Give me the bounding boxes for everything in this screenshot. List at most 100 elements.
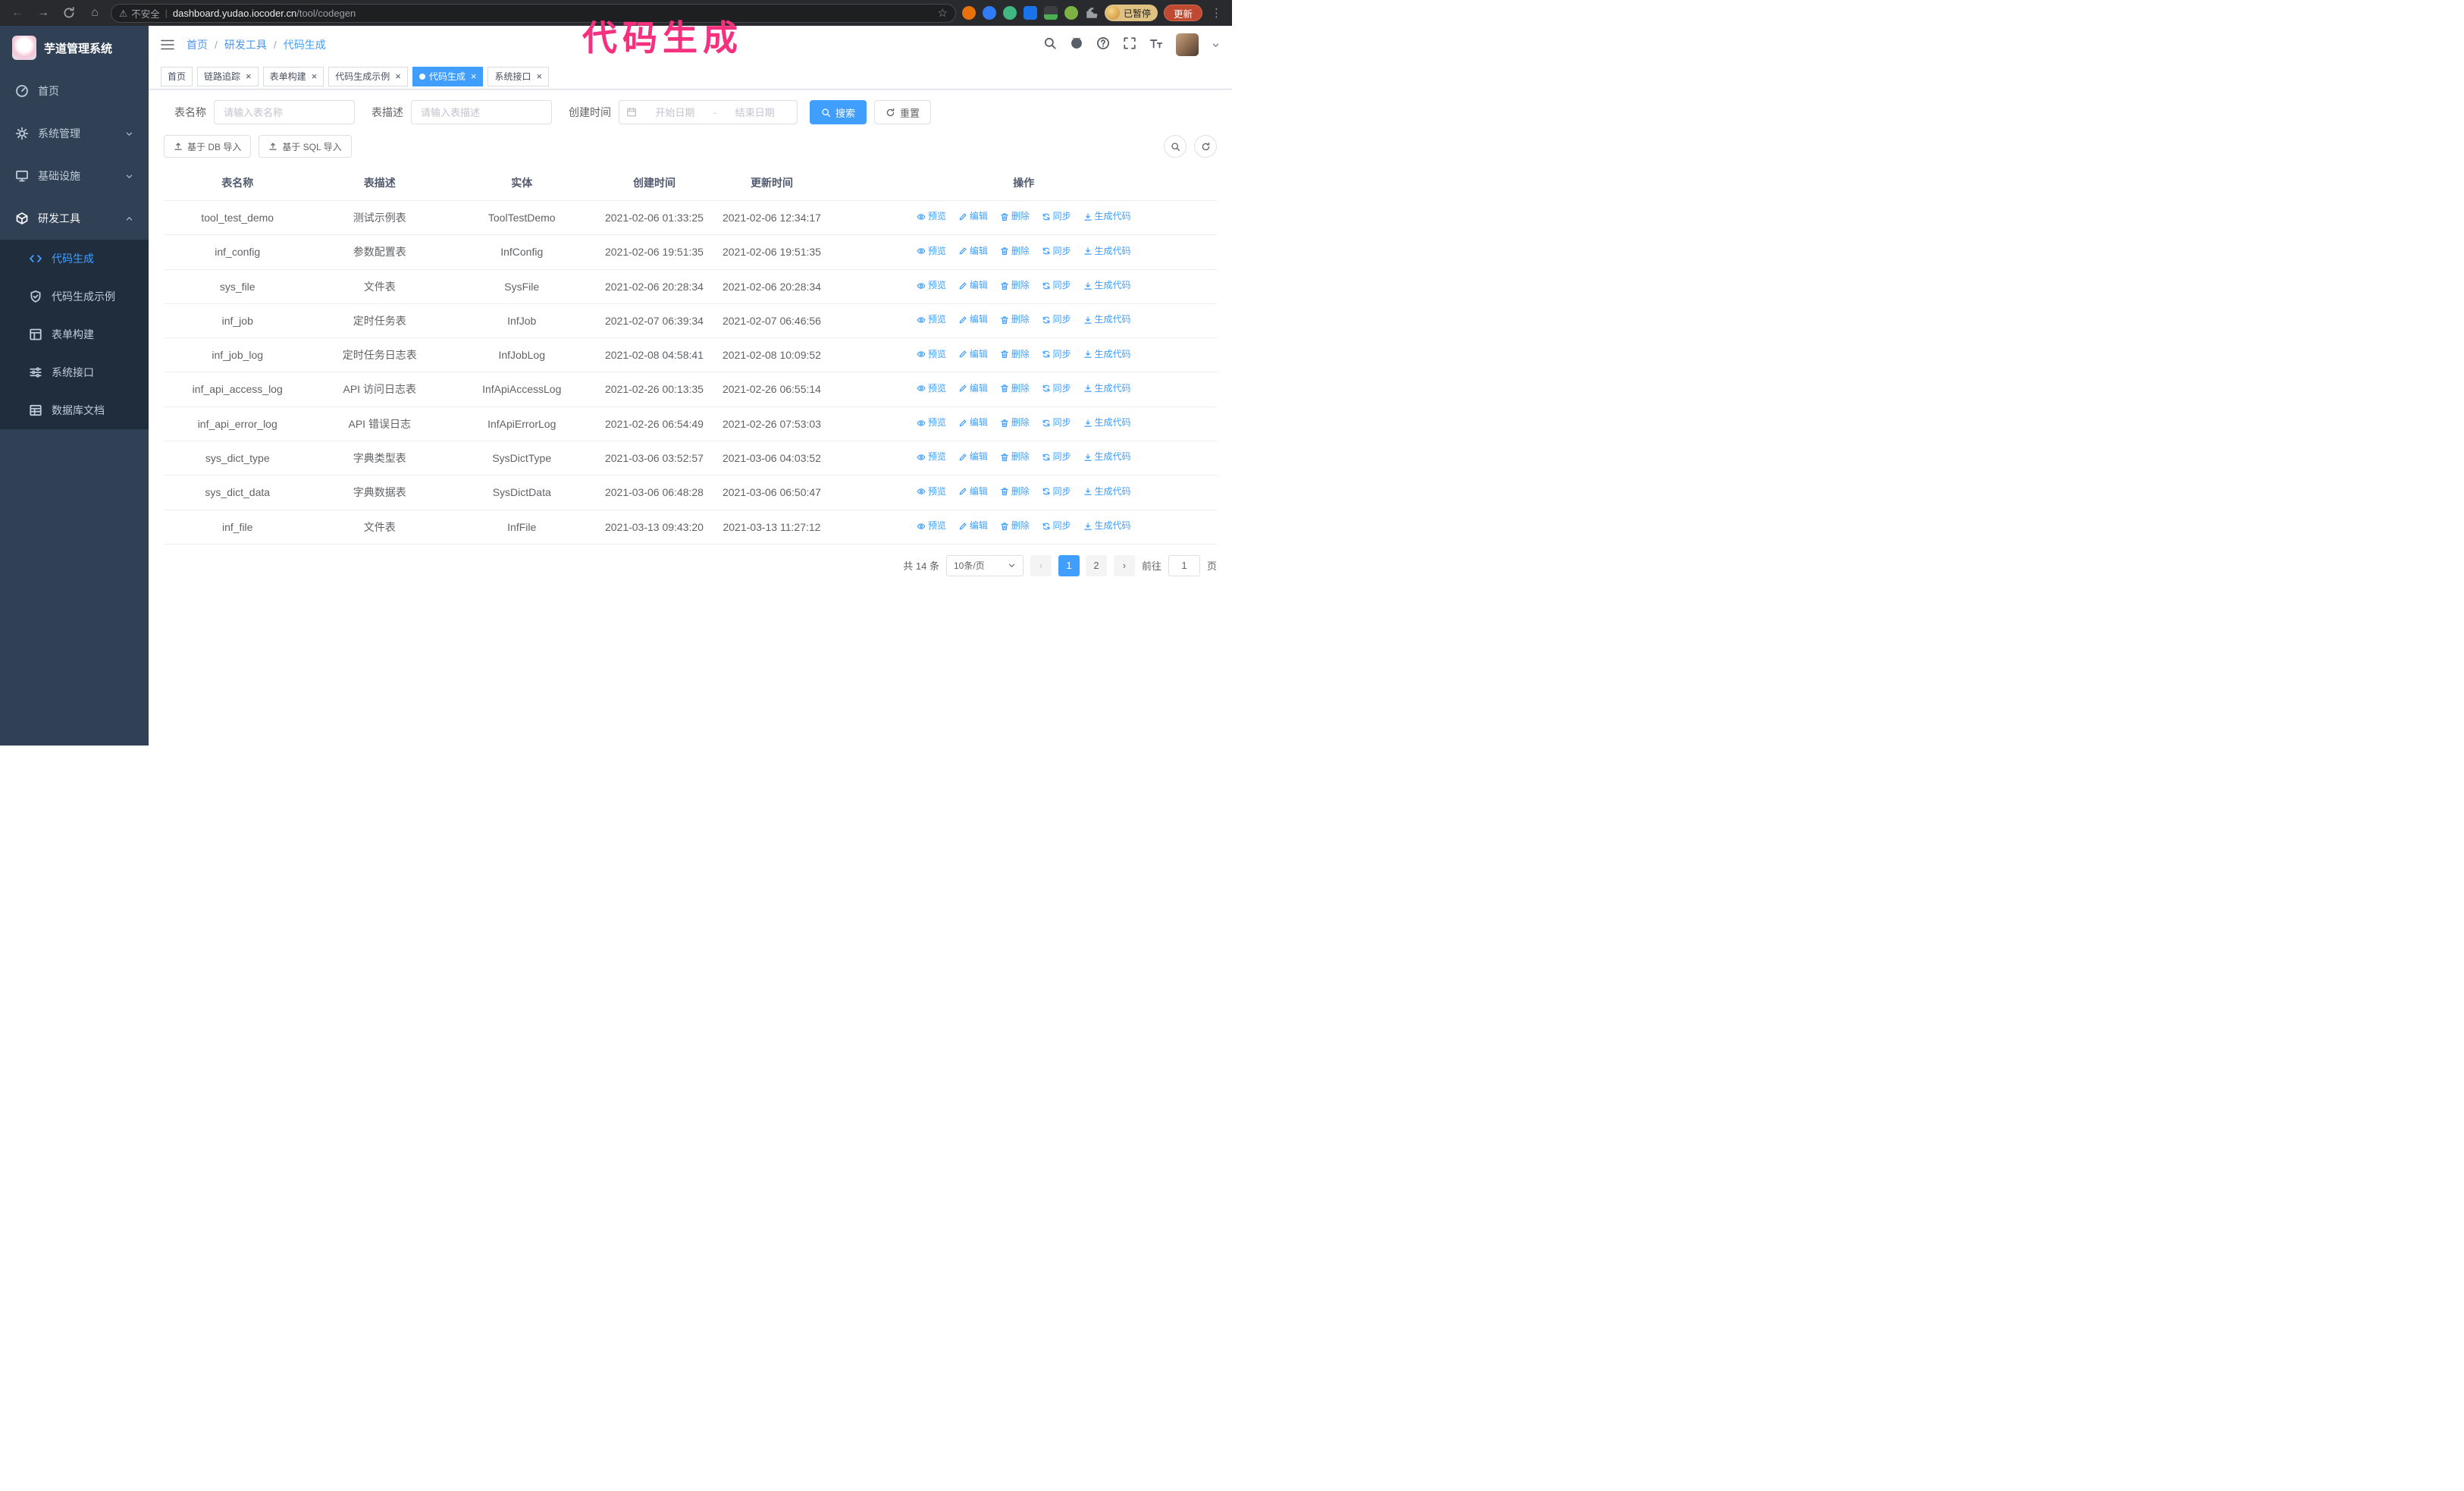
sync-link[interactable]: 同步 [1042, 485, 1071, 498]
close-icon[interactable]: × [536, 71, 542, 81]
generate-code-link[interactable]: 生成代码 [1083, 210, 1131, 223]
edit-link[interactable]: 编辑 [958, 416, 988, 429]
sync-link[interactable]: 同步 [1042, 450, 1071, 463]
browser-update-button[interactable]: 更新 [1163, 5, 1202, 21]
url-bar[interactable]: ⚠ 不安全 | dashboard.yudao.iocoder.cn/tool/… [111, 3, 956, 23]
help-icon[interactable] [1096, 36, 1110, 52]
sidebar-item-codegen[interactable]: 代码生成 [0, 240, 149, 278]
preview-link[interactable]: 预览 [917, 245, 946, 258]
import-db-button[interactable]: 基于 DB 导入 [164, 135, 252, 158]
search-icon[interactable] [1043, 36, 1057, 52]
generate-code-link[interactable]: 生成代码 [1083, 313, 1131, 326]
preview-link[interactable]: 预览 [917, 279, 946, 292]
delete-link[interactable]: 删除 [1000, 382, 1030, 395]
tab[interactable]: 首页 × [161, 66, 193, 86]
end-date-input[interactable] [719, 106, 790, 118]
reload-icon[interactable] [59, 3, 79, 23]
user-avatar[interactable] [1176, 33, 1199, 56]
font-size-icon[interactable] [1149, 36, 1163, 52]
bookmark-star-icon[interactable]: ☆ [938, 6, 948, 20]
preview-link[interactable]: 预览 [917, 450, 946, 463]
page-number-button[interactable]: 1 [1058, 554, 1080, 576]
delete-link[interactable]: 删除 [1000, 313, 1030, 326]
preview-link[interactable]: 预览 [917, 519, 946, 532]
generate-code-link[interactable]: 生成代码 [1083, 245, 1131, 258]
goto-page-input[interactable] [1168, 554, 1200, 576]
home-icon[interactable]: ⌂ [85, 3, 105, 23]
fullscreen-icon[interactable] [1123, 36, 1136, 52]
search-button[interactable]: 搜索 [810, 100, 867, 124]
preview-link[interactable]: 预览 [917, 382, 946, 395]
delete-link[interactable]: 删除 [1000, 245, 1030, 258]
delete-link[interactable]: 删除 [1000, 485, 1030, 498]
avatar-caret-icon[interactable] [1212, 38, 1220, 52]
edit-link[interactable]: 编辑 [958, 348, 988, 361]
preview-link[interactable]: 预览 [917, 485, 946, 498]
sync-link[interactable]: 同步 [1042, 519, 1071, 532]
close-icon[interactable]: × [395, 71, 401, 81]
forward-icon[interactable]: → [33, 3, 53, 23]
sync-link[interactable]: 同步 [1042, 245, 1071, 258]
blue-people-extension-icon[interactable] [1023, 6, 1037, 20]
generate-code-link[interactable]: 生成代码 [1083, 416, 1131, 429]
table-desc-input[interactable] [411, 100, 552, 124]
edit-link[interactable]: 编辑 [958, 450, 988, 463]
edit-link[interactable]: 编辑 [958, 519, 988, 532]
sidebar-item-system-api[interactable]: 系统接口 [0, 353, 149, 391]
edit-link[interactable]: 编辑 [958, 382, 988, 395]
next-page-button[interactable]: › [1113, 554, 1135, 576]
back-icon[interactable]: ← [8, 3, 27, 23]
delete-link[interactable]: 删除 [1000, 348, 1030, 361]
edit-link[interactable]: 编辑 [958, 279, 988, 292]
puzzle-extensions-icon[interactable] [1085, 6, 1099, 20]
sidebar-item-system[interactable]: 系统管理 [0, 112, 149, 155]
date-range-picker[interactable]: - [619, 100, 798, 124]
delete-link[interactable]: 删除 [1000, 450, 1030, 463]
close-icon[interactable]: × [246, 71, 252, 81]
tab[interactable]: 代码生成 × [412, 66, 484, 86]
edit-link[interactable]: 编辑 [958, 210, 988, 223]
github-icon[interactable] [1070, 36, 1083, 52]
close-icon[interactable]: × [312, 71, 318, 81]
logo-row[interactable]: 芋道管理系统 [0, 26, 149, 70]
sync-link[interactable]: 同步 [1042, 313, 1071, 326]
edit-link[interactable]: 编辑 [958, 245, 988, 258]
breadcrumb-home[interactable]: 首页 [187, 37, 208, 52]
sidebar-item-home[interactable]: 首页 [0, 70, 149, 112]
sidebar-item-devtools[interactable]: 研发工具 [0, 197, 149, 240]
preview-link[interactable]: 预览 [917, 210, 946, 223]
generate-code-link[interactable]: 生成代码 [1083, 450, 1131, 463]
sidebar-item-db-docs[interactable]: 数据库文档 [0, 391, 149, 429]
preview-link[interactable]: 预览 [917, 416, 946, 429]
browser-menu-icon[interactable]: ⋮ [1208, 6, 1224, 20]
delete-link[interactable]: 删除 [1000, 416, 1030, 429]
sidebar-item-codegen-example[interactable]: 代码生成示例 [0, 278, 149, 315]
security-chip[interactable]: ⚠ 不安全 [119, 6, 160, 20]
sidebar-item-infrastructure[interactable]: 基础设施 [0, 155, 149, 197]
edit-link[interactable]: 编辑 [958, 313, 988, 326]
generate-code-link[interactable]: 生成代码 [1083, 485, 1131, 498]
orange-extension-icon[interactable] [961, 6, 976, 20]
delete-link[interactable]: 删除 [1000, 210, 1030, 223]
close-icon[interactable]: × [471, 71, 477, 81]
sync-link[interactable]: 同步 [1042, 279, 1071, 292]
preview-link[interactable]: 预览 [917, 313, 946, 326]
generate-code-link[interactable]: 生成代码 [1083, 519, 1131, 532]
generate-code-link[interactable]: 生成代码 [1083, 382, 1131, 395]
start-date-input[interactable] [640, 106, 710, 118]
generate-code-link[interactable]: 生成代码 [1083, 348, 1131, 361]
blue-drop-extension-icon[interactable] [982, 6, 996, 20]
dark-extension-icon[interactable] [1043, 6, 1058, 20]
tab[interactable]: 系统接口 × [487, 66, 550, 86]
refresh-table-button[interactable] [1194, 135, 1217, 158]
toggle-search-button[interactable] [1164, 135, 1187, 158]
table-name-input[interactable] [214, 100, 355, 124]
tab[interactable]: 链路追踪 × [197, 66, 259, 86]
sidebar-item-form-builder[interactable]: 表单构建 [0, 315, 149, 353]
hamburger-icon[interactable] [161, 38, 174, 52]
page-number-button[interactable]: 2 [1085, 554, 1107, 576]
preview-link[interactable]: 预览 [917, 348, 946, 361]
edit-link[interactable]: 编辑 [958, 485, 988, 498]
tab[interactable]: 代码生成示例 × [328, 66, 408, 86]
tab[interactable]: 表单构建 × [262, 66, 324, 86]
